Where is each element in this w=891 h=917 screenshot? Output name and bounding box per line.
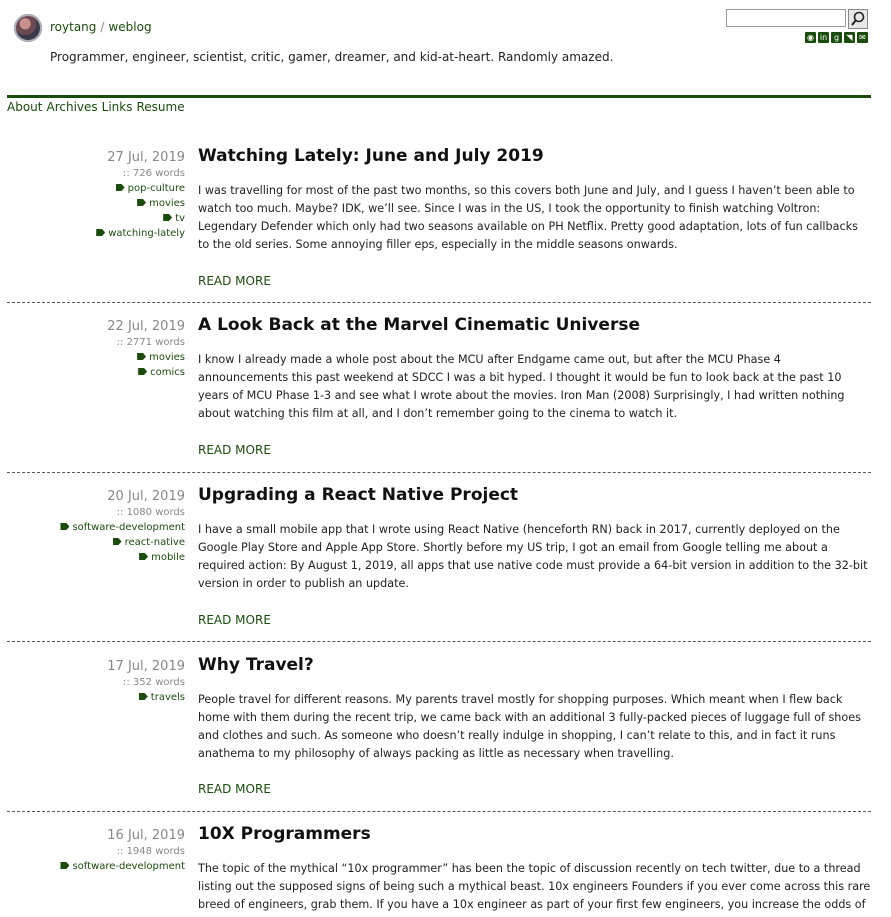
post-title[interactable]: Why Travel?	[198, 655, 314, 675]
post-date: 27 Jul, 2019	[107, 150, 185, 165]
read-more-link[interactable]: READ MORE	[198, 443, 271, 457]
tag-icon	[60, 862, 70, 869]
github-icon[interactable]: ◉	[805, 32, 816, 43]
post-title[interactable]: Watching Lately: June and July 2019	[198, 146, 544, 166]
nav-archives[interactable]: Archives	[46, 100, 97, 114]
nav-resume[interactable]: Resume	[136, 100, 184, 114]
tag-icon	[139, 553, 149, 560]
word-count: :: 352 words	[123, 677, 185, 688]
post-divider	[7, 811, 871, 812]
read-more-link[interactable]: READ MORE	[198, 613, 271, 627]
tag-link[interactable]: movies	[5, 352, 185, 367]
post-divider	[7, 641, 871, 642]
tag-icon	[138, 693, 148, 700]
linkedin-icon[interactable]: in	[818, 32, 829, 43]
tag-link[interactable]: pop-culture	[5, 183, 185, 198]
section-link[interactable]: weblog	[108, 20, 151, 34]
tag-link[interactable]: software-development	[5, 861, 185, 876]
word-count: :: 2771 words	[116, 337, 185, 348]
word-count: :: 1948 words	[116, 846, 185, 857]
owner-link[interactable]: roytang	[50, 20, 96, 34]
tag-link[interactable]: mobile	[5, 552, 185, 567]
header-rule	[7, 95, 871, 98]
main-nav: About Archives Links Resume	[7, 100, 189, 114]
post-title[interactable]: A Look Back at the Marvel Cinematic Univ…	[198, 315, 640, 335]
tag-link[interactable]: travels	[5, 692, 185, 707]
tag-icon	[60, 523, 70, 530]
goodreads-icon[interactable]: g	[831, 32, 842, 43]
tag-link[interactable]: tv	[5, 213, 185, 228]
search-form	[726, 9, 868, 29]
post-title[interactable]: Upgrading a React Native Project	[198, 485, 518, 505]
tag-link[interactable]: watching-lately	[5, 228, 185, 243]
nav-about[interactable]: About	[7, 100, 42, 114]
tag-link[interactable]: react-native	[5, 537, 185, 552]
post-meta: 22 Jul, 2019 :: 2771 words movies comics	[5, 319, 185, 382]
post-date: 22 Jul, 2019	[107, 319, 185, 334]
word-count: :: 726 words	[123, 168, 185, 179]
avatar[interactable]	[14, 14, 42, 42]
tag-icon	[137, 199, 147, 206]
social-links: ◉ in g ◥ ✉	[805, 32, 868, 43]
post-divider	[7, 472, 871, 473]
tag-icon	[115, 184, 125, 191]
tag-icon	[112, 538, 122, 545]
post-date: 16 Jul, 2019	[107, 828, 185, 843]
search-button[interactable]	[848, 9, 868, 29]
tag-icon	[163, 214, 173, 221]
brand-separator: /	[100, 20, 105, 34]
tag-link[interactable]: movies	[5, 198, 185, 213]
post-divider	[7, 302, 871, 303]
read-more-link[interactable]: READ MORE	[198, 782, 271, 796]
post-excerpt: The topic of the mythical “10x programme…	[198, 862, 871, 911]
read-more-link[interactable]: READ MORE	[198, 274, 271, 288]
site-tagline: Programmer, engineer, scientist, critic,…	[50, 50, 614, 64]
tag-link[interactable]: software-development	[5, 522, 185, 537]
tag-icon	[96, 229, 106, 236]
word-count: :: 1080 words	[116, 507, 185, 518]
post-excerpt: I have a small mobile app that I wrote u…	[198, 523, 868, 590]
search-icon	[851, 11, 865, 26]
post-meta: 17 Jul, 2019 :: 352 words travels	[5, 659, 185, 707]
post-meta: 16 Jul, 2019 :: 1948 words software-deve…	[5, 828, 185, 876]
rss-icon[interactable]: ◥	[844, 32, 855, 43]
post-meta: 20 Jul, 2019 :: 1080 words software-deve…	[5, 489, 185, 567]
tag-link[interactable]: comics	[5, 367, 185, 382]
post-date: 20 Jul, 2019	[107, 489, 185, 504]
tag-icon	[138, 368, 148, 375]
site-header: roytang / weblog Programmer, engineer, sci…	[0, 0, 891, 100]
email-icon[interactable]: ✉	[857, 32, 868, 43]
post-meta: 27 Jul, 2019 :: 726 words pop-culture mo…	[5, 150, 185, 243]
post-excerpt: People travel for different reasons. My …	[198, 693, 861, 760]
search-input[interactable]	[726, 9, 846, 27]
post-date: 17 Jul, 2019	[107, 659, 185, 674]
tag-icon	[137, 353, 147, 360]
site-brand: roytang / weblog	[50, 20, 152, 34]
post-excerpt: I was travelling for most of the past tw…	[198, 184, 858, 251]
nav-links[interactable]: Links	[102, 100, 133, 114]
post-excerpt: I know I already made a whole post about…	[198, 353, 845, 420]
post-title[interactable]: 10X Programmers	[198, 824, 371, 844]
